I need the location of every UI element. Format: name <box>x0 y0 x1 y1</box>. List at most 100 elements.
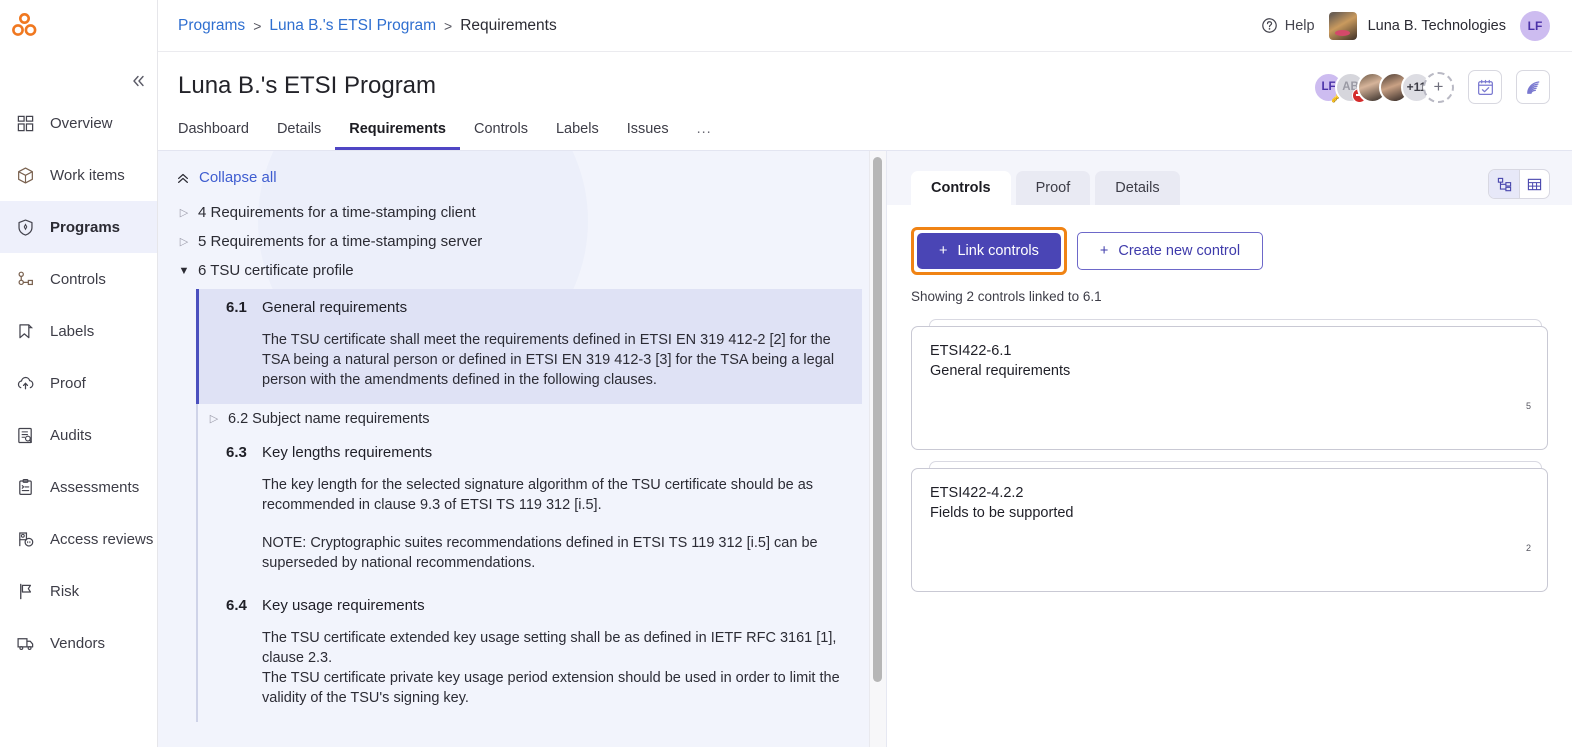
content-split: Collapse all ▷ 4 Requirements for a time… <box>158 150 1572 747</box>
help-label: Help <box>1284 17 1315 34</box>
tree-view-button[interactable] <box>1489 170 1519 198</box>
calendar-check-icon <box>1477 79 1493 95</box>
sidebar-item-work-items[interactable]: Work items <box>0 149 157 201</box>
tab-proof-panel[interactable]: Proof <box>1015 171 1091 205</box>
controls-action-row: + Link controls + Create new control <box>911 227 1548 275</box>
add-member-button[interactable]: + <box>1423 71 1454 103</box>
tree-node-6-2[interactable]: ▷ 6.2 Subject name requirements <box>198 404 862 434</box>
tab-controls[interactable]: Controls <box>460 121 542 150</box>
control-card-title: General requirements <box>930 363 1071 379</box>
table-view-button[interactable] <box>1519 170 1549 198</box>
control-card-count: 5 <box>1525 401 1531 411</box>
create-new-control-button[interactable]: + Create new control <box>1076 232 1264 270</box>
tree-node-section-6[interactable]: ▼ 6 TSU certificate profile <box>176 260 862 282</box>
sidebar-item-proof[interactable]: Proof <box>0 357 157 409</box>
plus-icon: + <box>939 243 948 259</box>
breadcrumb-separator: > <box>253 17 262 34</box>
linked-controls-list: ETSI422-6.1 General requirements 5 ETSI4… <box>911 319 1548 592</box>
tab-requirements[interactable]: Requirements <box>335 121 460 150</box>
breadcrumb-item-program[interactable]: Luna B.'s ETSI Program <box>269 17 436 35</box>
page-tabs: Dashboard Details Requirements Controls … <box>178 116 1552 150</box>
breadcrumb-item-current: Requirements <box>460 16 557 34</box>
sidebar-item-risk[interactable]: Risk <box>0 565 157 617</box>
sidebar: Overview Work items Programs Controls La… <box>0 0 158 747</box>
nodes-icon <box>14 268 36 290</box>
control-card-stack: ETSI422-6.1 General requirements 5 <box>911 319 1548 450</box>
truck-icon <box>14 632 36 654</box>
collapse-all-button[interactable]: Collapse all <box>176 169 277 186</box>
scrollbar-thumb[interactable] <box>873 157 882 682</box>
breadcrumb: Programs > Luna B.'s ETSI Program > Requ… <box>178 17 557 35</box>
sidebar-item-overview[interactable]: Overview <box>0 97 157 149</box>
sidebar-item-label: Controls <box>50 270 106 288</box>
controls-pane-tabs: Controls Proof Details <box>887 151 1572 205</box>
help-button[interactable]: Help <box>1261 17 1315 34</box>
chevron-right-icon: ▷ <box>179 236 189 248</box>
requirement-6-1[interactable]: 6.1 General requirements The TSU certifi… <box>196 289 862 404</box>
sidebar-item-vendors[interactable]: Vendors <box>0 617 157 669</box>
sidebar-item-label: Risk <box>50 582 80 600</box>
tab-dashboard[interactable]: Dashboard <box>178 121 263 150</box>
tree-node-section-5[interactable]: ▷ 5 Requirements for a time-stamping ser… <box>176 231 862 253</box>
calendar-check-button[interactable] <box>1468 70 1502 104</box>
requirement-6-4[interactable]: 6.4 Key usage requirements The TSU certi… <box>198 587 862 722</box>
member-avatar-group: LF 🔑 AB +11 + <box>1313 71 1454 103</box>
collapse-all-label: Collapse all <box>199 169 277 186</box>
controls-pane-body: + Link controls + Create new control Sho… <box>887 205 1572 592</box>
tab-issues[interactable]: Issues <box>613 121 683 150</box>
sidebar-collapse-button[interactable] <box>127 70 149 92</box>
requirement-number: 6.1 <box>226 299 247 316</box>
rss-feed-icon <box>1526 80 1539 94</box>
requirement-list: 6.1 General requirements The TSU certifi… <box>196 289 862 722</box>
orbit-logo-icon <box>12 13 37 36</box>
control-card[interactable]: ETSI422-4.2.2 Fields to be supported 2 <box>911 468 1548 592</box>
tree-node-label: 6 TSU certificate profile <box>198 262 354 279</box>
org-switcher[interactable]: Luna B. Technologies <box>1328 11 1506 40</box>
requirement-number: 6.4 <box>226 597 247 614</box>
sidebar-item-programs[interactable]: Programs <box>0 201 157 253</box>
tree-node-section-4[interactable]: ▷ 4 Requirements for a time-stamping cli… <box>176 202 862 224</box>
requirement-paragraph: The TSU certificate extended key usage s… <box>262 630 837 666</box>
sidebar-item-label: Assessments <box>50 478 140 496</box>
document-search-icon <box>14 424 36 446</box>
question-circle-icon <box>1261 18 1277 33</box>
app-logo[interactable] <box>0 0 157 52</box>
requirement-title: Key usage requirements <box>262 597 425 614</box>
create-new-control-label: Create new control <box>1118 243 1241 259</box>
tab-controls-panel[interactable]: Controls <box>911 171 1011 205</box>
controls-count-text: Showing 2 controls linked to 6.1 <box>911 289 1102 304</box>
tree-node-label: 4 Requirements for a time-stamping clien… <box>198 204 476 221</box>
page-header: Luna B.'s ETSI Program Dashboard Details… <box>158 52 1572 150</box>
sidebar-item-access-reviews[interactable]: Access reviews <box>0 513 157 565</box>
requirement-6-3[interactable]: 6.3 Key lengths requirements The key len… <box>198 434 862 587</box>
sidebar-item-controls[interactable]: Controls <box>0 253 157 305</box>
tab-overflow-menu[interactable]: ... <box>683 121 726 150</box>
tree-view-icon <box>1497 177 1511 191</box>
top-bar-right: Help Luna B. Technologies LF <box>1261 10 1550 41</box>
org-name: Luna B. Technologies <box>1367 17 1506 34</box>
control-card-title: Fields to be supported <box>930 505 1074 521</box>
sidebar-item-labels[interactable]: Labels <box>0 305 157 357</box>
focus-highlight: + Link controls <box>911 227 1067 275</box>
requirements-pane: Collapse all ▷ 4 Requirements for a time… <box>158 150 886 747</box>
link-controls-label: Link controls <box>957 243 1039 259</box>
tab-details-panel[interactable]: Details <box>1095 171 1180 205</box>
main-region: Programs > Luna B.'s ETSI Program > Requ… <box>158 0 1572 747</box>
requirement-title: Key lengths requirements <box>262 444 433 461</box>
sidebar-item-assessments[interactable]: Assessments <box>0 461 157 513</box>
sidebar-item-label: Proof <box>50 374 86 392</box>
tab-details[interactable]: Details <box>263 121 335 150</box>
plus-icon: + <box>1099 243 1109 259</box>
tab-labels[interactable]: Labels <box>542 121 613 150</box>
sidebar-item-audits[interactable]: Audits <box>0 409 157 461</box>
control-card[interactable]: ETSI422-6.1 General requirements 5 <box>911 326 1548 450</box>
key-badge-icon <box>14 528 36 550</box>
user-avatar[interactable]: LF <box>1520 10 1550 41</box>
clipboard-list-icon <box>14 476 36 498</box>
link-controls-button[interactable]: + Link controls <box>917 233 1061 269</box>
controls-pane: Controls Proof Details + Link controls +… <box>886 150 1572 747</box>
breadcrumb-item-programs[interactable]: Programs <box>178 17 245 35</box>
chevron-down-icon: ▼ <box>178 265 190 277</box>
scrollbar-track[interactable] <box>869 151 886 747</box>
rss-feed-button[interactable] <box>1516 70 1550 104</box>
